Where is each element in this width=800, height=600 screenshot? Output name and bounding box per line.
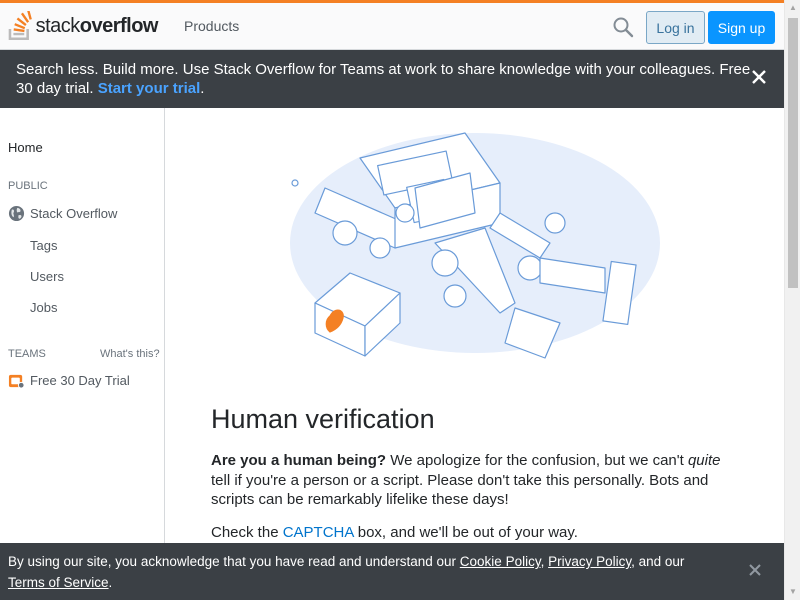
close-icon[interactable] [750, 68, 768, 86]
sidebar-item-stack-overflow[interactable]: Stack Overflow [8, 205, 117, 222]
message-emphasis: quite [687, 452, 721, 469]
close-icon[interactable] [748, 563, 762, 577]
sidebar-section-public: PUBLIC [8, 180, 48, 192]
verification-message: Are you a human being? We apologize for … [211, 451, 731, 510]
globe-icon [8, 205, 25, 222]
sidebar-item-home[interactable]: Home [8, 140, 43, 155]
cookie-policy-link[interactable]: Cookie Policy [460, 554, 541, 569]
stack-overflow-logo-icon [8, 11, 32, 41]
search-icon[interactable] [612, 16, 634, 38]
robot-illustration [290, 132, 660, 359]
human-question: Are you a human being? [211, 452, 387, 469]
cookie-text: By using our site, you acknowledge that … [8, 554, 460, 569]
sidebar-section-teams: TEAMS [8, 348, 46, 360]
cookie-notice: By using our site, you acknowledge that … [0, 543, 784, 600]
privacy-policy-link[interactable]: Privacy Policy [548, 554, 631, 569]
instruction-text: box, and we'll be out of your way. [353, 524, 578, 541]
briefcase-icon [8, 374, 25, 389]
terms-of-service-link[interactable]: Terms of Service [8, 575, 109, 590]
top-bar: stackoverflow Products Log in Sign up [0, 3, 784, 50]
page-scrollbar[interactable]: ▲ ▼ [784, 0, 800, 600]
scroll-down-arrow-icon[interactable]: ▼ [785, 584, 800, 600]
sidebar-item-tags[interactable]: Tags [30, 238, 57, 253]
teams-banner: Search less. Build more. Use Stack Overf… [0, 50, 784, 108]
cookie-text: , and our [631, 554, 685, 569]
cookie-text: , [540, 554, 549, 569]
logo-wordmark: stackoverflow [35, 14, 159, 37]
left-sidebar: Home PUBLIC Stack Overflow Tags Users Jo… [0, 108, 165, 600]
sidebar-item-free-trial[interactable]: Free 30 Day Trial [8, 372, 130, 389]
stack-overflow-logo[interactable]: stackoverflow [8, 10, 159, 42]
nav-products[interactable]: Products [184, 18, 239, 34]
message-text: We apologize for the confusion, but we c… [386, 452, 688, 469]
captcha-instruction: Check the CAPTCHA box, and we'll be out … [211, 523, 731, 543]
login-button[interactable]: Log in [646, 11, 705, 44]
banner-suffix: . [200, 80, 205, 97]
sidebar-item-jobs[interactable]: Jobs [30, 300, 57, 315]
signup-button[interactable]: Sign up [708, 11, 775, 44]
sidebar-item-label: Stack Overflow [30, 206, 118, 221]
sidebar-item-label: Free 30 Day Trial [30, 373, 130, 388]
sidebar-item-users[interactable]: Users [30, 269, 64, 284]
message-text: tell if you're a person or a script. Ple… [211, 471, 709, 509]
page-title: Human verification [211, 404, 435, 434]
scroll-up-arrow-icon[interactable]: ▲ [785, 0, 800, 16]
start-trial-link[interactable]: Start your trial [98, 80, 201, 97]
instruction-text: Check the [211, 524, 283, 541]
whats-this-link[interactable]: What's this? [100, 348, 160, 360]
scroll-thumb[interactable] [788, 18, 798, 288]
captcha-link[interactable]: CAPTCHA [283, 524, 354, 541]
cookie-text: . [108, 575, 113, 590]
